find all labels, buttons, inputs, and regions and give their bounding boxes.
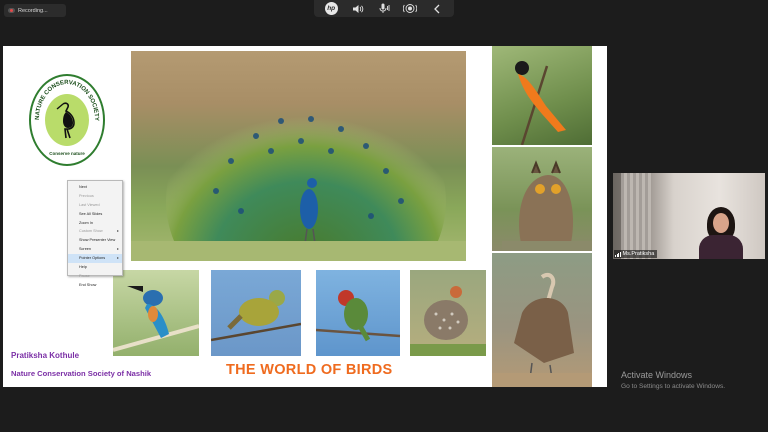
submenu-arrow-icon: ▸: [116, 246, 119, 252]
barbet-photo: [316, 270, 400, 356]
context-menu-item-label: Help: [79, 265, 87, 270]
participant-person: [699, 207, 743, 259]
presenter-name: Pratiksha Kothule: [11, 351, 80, 360]
context-menu-item[interactable]: Help: [68, 263, 122, 272]
context-menu-item[interactable]: Screen ▸: [68, 245, 122, 254]
vulture-photo: [492, 253, 592, 387]
context-menu-item-label: Show Presenter View: [79, 238, 116, 243]
logo-motto: Conserve nature: [49, 151, 85, 156]
hp-logo-button[interactable]: hp: [321, 1, 341, 16]
context-menu-item-label: Last Viewed: [79, 202, 100, 207]
context-menu-item[interactable]: Zoom In: [68, 219, 122, 228]
submenu-arrow-icon: ▸: [116, 255, 119, 261]
shared-slide: NATURE CONSERVATION SOCIETY OF NASHIK Co…: [3, 46, 607, 387]
context-menu-item-label: Zoom In: [79, 220, 93, 225]
slideshow-context-menu: Next Previous Last Viewed See All Slides Zoo…: [67, 180, 123, 287]
speaker-button[interactable]: [348, 1, 368, 16]
organization-name: Nature Conservation Society of Nashik: [11, 369, 152, 378]
context-menu-item[interactable]: Pointer Options ▸: [68, 254, 122, 264]
context-menu-item-label: Custom Show: [79, 229, 103, 234]
context-menu-item-label: See All Slides: [79, 211, 103, 216]
participant-name-tag: Ms.Pratiksha: [614, 250, 658, 258]
activate-windows-hint: Go to Settings to activate Windows.: [621, 383, 726, 390]
context-menu-item-label: Screen: [79, 247, 92, 252]
participant-name: Ms.Pratiksha: [622, 251, 655, 257]
recording-indicator[interactable]: Recording...: [4, 4, 66, 17]
logo-text: NATURE CONSERVATION SOCIETY OF NASHIK: [29, 74, 99, 121]
recording-icon: [8, 8, 15, 13]
context-menu-item-label: Previous: [79, 193, 94, 198]
context-menu-item-label: Pointer Options: [79, 256, 106, 261]
activate-windows-title: Activate Windows: [621, 370, 693, 380]
window-curtain: [621, 173, 651, 259]
context-menu-item[interactable]: Show Presenter View: [68, 236, 122, 245]
context-menu-item: Pause: [68, 272, 122, 281]
context-menu-item: Previous: [68, 192, 122, 201]
recording-label: Recording...: [18, 7, 48, 14]
broadcast-icon: [403, 4, 418, 13]
hp-logo-icon: hp: [324, 2, 338, 15]
context-menu-item[interactable]: Next: [68, 183, 122, 192]
society-logo: NATURE CONSERVATION SOCIETY OF NASHIK Co…: [29, 74, 105, 166]
svg-text:NATURE CONSERVATION SOCIETY OF: NATURE CONSERVATION SOCIETY OF NASHIK: [29, 74, 99, 121]
context-menu-item: Custom Show ▸: [68, 227, 122, 236]
kingfisher-photo: [113, 270, 199, 356]
context-menu-item-label: Pause: [79, 273, 90, 278]
peacock-photo: [131, 51, 466, 261]
context-menu-item-label: Next: [79, 185, 87, 189]
meeting-toolbar: hp: [314, 0, 454, 17]
spurfowl-photo: [410, 270, 486, 356]
speaker-icon: [352, 4, 363, 13]
context-menu-item[interactable]: End Show: [68, 281, 122, 290]
signal-strength-icon: [615, 251, 621, 257]
submenu-arrow-icon: ▸: [116, 228, 119, 234]
microphone-icon: [379, 3, 390, 13]
chevron-left-icon: [433, 4, 440, 13]
owl-photo: [492, 147, 592, 251]
participant-video-tile[interactable]: Ms.Pratiksha: [613, 173, 765, 259]
context-menu-item: Last Viewed: [68, 201, 122, 210]
green-pigeon-photo: [211, 270, 301, 356]
collapse-toolbar-button[interactable]: [427, 1, 447, 16]
oriole-photo: [492, 46, 592, 145]
slide-title: THE WORLD OF BIRDS: [226, 362, 393, 378]
microphone-button[interactable]: [374, 1, 394, 16]
context-menu-item[interactable]: See All Slides: [68, 210, 122, 219]
context-menu-item-label: End Show: [79, 282, 97, 287]
broadcast-button[interactable]: [400, 1, 420, 16]
